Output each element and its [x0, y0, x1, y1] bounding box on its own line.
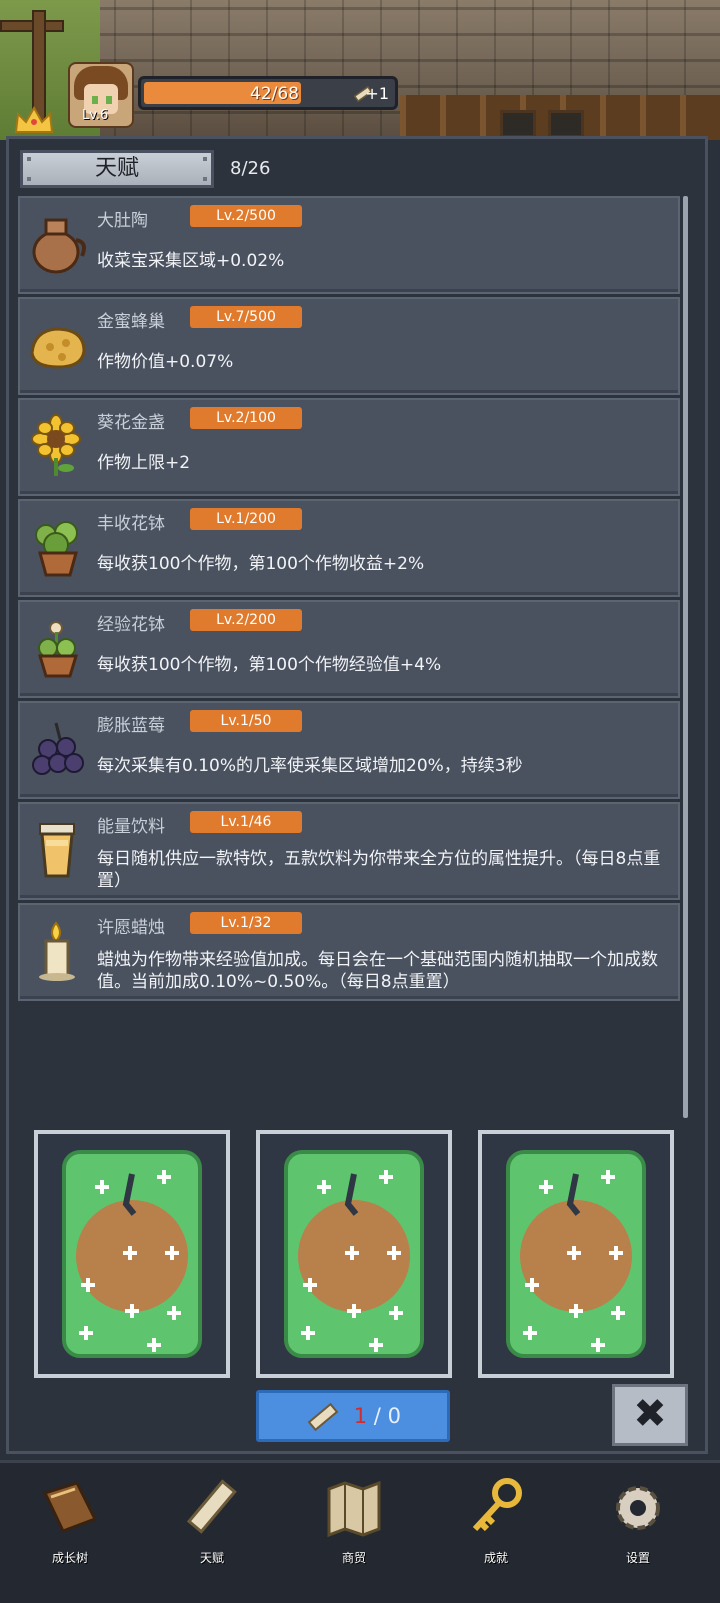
xp-bar: 42/68 +1 [138, 76, 398, 110]
crown-icon [14, 106, 54, 133]
nav-label: 天赋 [199, 1551, 224, 1565]
talent-name: 经验花钵 [97, 615, 165, 635]
talent-name: 金蜜蜂巢 [97, 312, 165, 332]
flower-pot-icon [37, 621, 79, 678]
talent-draw-card[interactable] [478, 1130, 674, 1378]
talent-card-big-belly-jar[interactable]: 大肚陶 Lv.2/500 收菜宝采集区域+0.02% [18, 196, 680, 294]
list-scrollbar[interactable] [683, 196, 688, 1118]
talent-desc: 作物价值+0.07% [97, 352, 234, 372]
xp-text: 42/68 [250, 84, 299, 104]
talent-card-honeycomb[interactable]: 金蜜蜂巢 Lv.7/500 作物价值+0.07% [18, 297, 680, 395]
nav-achievement[interactable]: 成就 [446, 1475, 546, 1575]
candle-icon [39, 921, 75, 981]
flower-pot-icon [35, 521, 78, 577]
talent-desc: 每收获100个作物，第100个作物经验值+4% [97, 655, 442, 675]
draw-separator: / [367, 1404, 388, 1428]
talent-level-badge: Lv.2/500 [190, 205, 302, 227]
talent-level-badge: Lv.7/500 [190, 306, 302, 328]
talent-desc: 作物上限+2 [97, 453, 191, 473]
bottom-nav: 成长树 天赋 商贸 成就 设置 [0, 1460, 720, 1603]
talent-name: 葵花金盏 [97, 413, 165, 433]
nav-label: 商贸 [341, 1551, 366, 1565]
talent-level-badge: Lv.1/200 [190, 508, 302, 530]
house-window [500, 110, 536, 138]
honeycomb-icon [30, 327, 86, 369]
seed-card-icon [62, 1150, 202, 1358]
talent-tab[interactable]: 天赋 [20, 150, 214, 188]
sunflower-icon [31, 414, 81, 476]
talent-level-badge: Lv.2/200 [190, 609, 302, 631]
house-window [548, 110, 584, 138]
talent-draw-card[interactable] [256, 1130, 452, 1378]
draw-current: 1 [353, 1404, 368, 1428]
talent-desc: 每日随机供应一款特饮，五款饮料为你带来全方位的属性提升。（每日8点重置） [97, 849, 661, 891]
talent-name: 大肚陶 [97, 211, 148, 231]
draw-talent-button[interactable]: 1 / 0 [256, 1390, 450, 1442]
scroll-bonus: +1 [365, 84, 389, 103]
nav-label: 成就 [483, 1551, 508, 1565]
book-icon [42, 1481, 98, 1533]
talent-desc: 蜡烛为作物带来经验值加成。每日会在一个基础范围内随机抽取一个加成数值。当前加成0… [97, 950, 658, 992]
scroll-icon [186, 1479, 237, 1534]
talent-name: 许愿蜡烛 [97, 918, 165, 938]
talent-card-harvest-pot[interactable]: 丰收花钵 Lv.1/200 每收获100个作物，第100个作物收益+2% [18, 499, 680, 597]
talent-name: 丰收花钵 [97, 514, 165, 534]
drink-cup-icon [39, 823, 75, 878]
talent-level-badge: Lv.1/50 [190, 710, 302, 732]
talent-card-blueberry[interactable]: 膨胀蓝莓 Lv.1/50 每次采集有0.10%的几率使采集区域增加20%，持续3… [18, 701, 680, 799]
clay-jar-icon [32, 218, 86, 274]
nav-label: 成长树 [51, 1551, 88, 1565]
talent-desc: 每收获100个作物，第100个作物收益+2% [97, 554, 425, 574]
map-icon [327, 1480, 381, 1538]
talent-desc: 收菜宝采集区域+0.02% [97, 251, 285, 271]
nav-settings[interactable]: 设置 [588, 1475, 688, 1575]
close-button[interactable]: ✖ [612, 1384, 688, 1446]
talent-level-badge: Lv.1/32 [190, 912, 302, 934]
blueberry-icon [32, 722, 84, 775]
talent-card-sunflower[interactable]: 葵花金盏 Lv.2/100 作物上限+2 [18, 398, 680, 496]
seed-card-icon [506, 1150, 646, 1358]
draw-total: 0 [387, 1404, 401, 1428]
talent-card-energy-drink[interactable]: 能量饮料 Lv.1/46 每日随机供应一款特饮，五款饮料为你带来全方位的属性提升… [18, 802, 680, 900]
nav-growth-tree[interactable]: 成长树 [20, 1475, 120, 1575]
key-icon [472, 1478, 522, 1532]
talent-name: 能量饮料 [97, 817, 165, 837]
seed-card-icon [284, 1150, 424, 1358]
talent-tab-label: 天赋 [94, 156, 139, 181]
talent-name: 膨胀蓝莓 [97, 716, 165, 736]
talent-count: 8/26 [230, 158, 271, 179]
talent-desc: 每次采集有0.10%的几率使采集区域增加20%，持续3秒 [97, 756, 523, 776]
gear-icon [616, 1486, 660, 1530]
nav-label: 设置 [625, 1551, 650, 1565]
player-level: Lv.6 [82, 108, 109, 123]
talent-card-wish-candle[interactable]: 许愿蜡烛 Lv.1/32 蜡烛为作物带来经验值加成。每日会在一个基础范围内随机抽… [18, 903, 680, 1001]
talent-level-badge: Lv.2/100 [190, 407, 302, 429]
scroll-icon [307, 1402, 339, 1432]
talent-card-exp-pot[interactable]: 经验花钵 Lv.2/200 每收获100个作物，第100个作物经验值+4% [18, 600, 680, 698]
nav-talent[interactable]: 天赋 [162, 1475, 262, 1575]
nav-trade[interactable]: 商贸 [304, 1475, 404, 1575]
talent-draw-card[interactable] [34, 1130, 230, 1378]
talent-level-badge: Lv.1/46 [190, 811, 302, 833]
